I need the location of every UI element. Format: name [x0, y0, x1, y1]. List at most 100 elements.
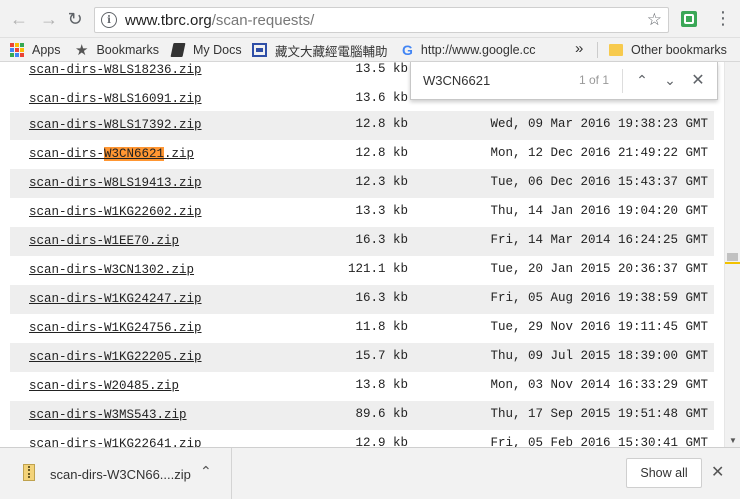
file-link[interactable]: scan-dirs-W1KG22602.zip [29, 205, 202, 219]
file-size: 16.3 kb [355, 291, 408, 305]
table-row: scan-dirs-W1EE70.zip 16.3 kb Fri, 14 Mar… [10, 227, 714, 256]
find-bar: W3CN6621 1 of 1 ⌃ ⌄ ✕ [410, 62, 718, 100]
back-arrow-icon[interactable]: ← [8, 8, 30, 30]
url-path: /scan-requests/ [211, 11, 315, 29]
bookmark-other[interactable]: Other bookmarks [609, 41, 727, 59]
file-list: scan-dirs-W8LS18236.zip 13.5 kb scan-dir… [0, 62, 724, 447]
file-date: Thu, 09 Jul 2015 18:39:00 GMT [490, 349, 708, 363]
file-date: Mon, 03 Nov 2014 16:33:29 GMT [490, 378, 708, 392]
tbrc-icon [252, 43, 267, 57]
apps-grid-icon [10, 43, 24, 57]
download-item[interactable]: scan-dirs-W3CN66....zip ⌃ [0, 448, 232, 499]
file-link[interactable]: scan-dirs-W3CN1302.zip [29, 263, 194, 277]
file-link[interactable]: scan-dirs-W1KG24247.zip [29, 292, 202, 306]
google-icon: G [402, 42, 413, 58]
file-date: Thu, 17 Sep 2015 19:51:48 GMT [490, 407, 708, 421]
bookmark-tbrc[interactable]: 藏文大藏經電腦輔助 [252, 41, 388, 59]
info-icon[interactable]: i [101, 12, 117, 28]
file-size: 16.3 kb [355, 233, 408, 247]
file-link[interactable]: scan-dirs-W1EE70.zip [29, 234, 179, 248]
page-scrollbar[interactable]: ▼ [724, 62, 740, 447]
file-size: 12.3 kb [355, 175, 408, 189]
find-previous-chevron-up-icon[interactable]: ⌃ [631, 69, 653, 91]
download-options-chevron-up-icon[interactable]: ⌃ [200, 463, 212, 480]
table-row: scan-dirs-W20485.zip 13.8 kb Mon, 03 Nov… [10, 372, 714, 401]
scrollbar-thumb[interactable] [727, 253, 738, 261]
url-text[interactable]: www.tbrc.org/scan-requests/ [125, 12, 314, 29]
show-all-button[interactable]: Show all [626, 458, 702, 488]
file-date: Fri, 05 Feb 2016 15:30:41 GMT [490, 436, 708, 447]
browser-toolbar: ← → ↻ i www.tbrc.org/scan-requests/ ☆ ⋮ [0, 0, 740, 38]
file-link[interactable]: scan-dirs-W8LS19413.zip [29, 176, 202, 190]
bookmark-bookmarks[interactable]: ★ Bookmarks [75, 41, 159, 59]
table-row: scan-dirs-W8LS19413.zip 12.3 kb Tue, 06 … [10, 169, 714, 198]
file-date: Wed, 09 Mar 2016 19:38:23 GMT [490, 117, 708, 131]
file-link[interactable]: scan-dirs-W8LS17392.zip [29, 118, 202, 132]
file-link[interactable]: scan-dirs-W3MS543.zip [29, 408, 187, 422]
bookmark-label: Bookmarks [96, 43, 159, 57]
table-row: scan-dirs-W1KG22205.zip 15.7 kb Thu, 09 … [10, 343, 714, 372]
file-link[interactable]: scan-dirs-W8LS18236.zip [29, 63, 202, 77]
find-match-highlight: W3CN6621 [104, 147, 165, 161]
table-row: scan-dirs-W3CN1302.zip 121.1 kb Tue, 20 … [10, 256, 714, 285]
file-name-suffix: .zip [164, 147, 195, 161]
find-match-marker [725, 262, 740, 264]
file-link-highlighted[interactable]: scan-dirs-W3CN6621.zip [29, 147, 194, 161]
file-size: 12.8 kb [355, 146, 408, 160]
find-match-count: 1 of 1 [579, 73, 610, 87]
file-name-prefix: scan-dirs- [29, 147, 105, 161]
find-input[interactable]: W3CN6621 [423, 73, 490, 88]
address-bar[interactable]: i www.tbrc.org/scan-requests/ ☆ [94, 7, 669, 33]
bookmark-star-icon[interactable]: ☆ [647, 10, 662, 30]
zip-file-icon [23, 464, 35, 481]
download-file-name[interactable]: scan-dirs-W3CN66....zip [50, 467, 191, 482]
file-link[interactable]: scan-dirs-W20485.zip [29, 379, 179, 393]
file-date: Tue, 06 Dec 2016 15:43:37 GMT [490, 175, 708, 189]
reload-icon[interactable]: ↻ [64, 8, 86, 30]
file-link[interactable]: scan-dirs-W8LS16091.zip [29, 92, 202, 106]
table-row: scan-dirs-W3MS543.zip 89.6 kb Thu, 17 Se… [10, 401, 714, 430]
url-host: www.tbrc.org [125, 11, 212, 29]
extension-icon[interactable] [681, 11, 697, 27]
find-next-chevron-down-icon[interactable]: ⌄ [659, 69, 681, 91]
file-link[interactable]: scan-dirs-W1KG22205.zip [29, 350, 202, 364]
file-size: 13.6 kb [355, 91, 408, 105]
find-divider [622, 69, 623, 93]
file-date: Tue, 29 Nov 2016 19:11:45 GMT [490, 320, 708, 334]
bookmark-label: My Docs [193, 43, 242, 57]
file-size: 12.9 kb [355, 436, 408, 447]
table-row: scan-dirs-W1KG22641.zip 12.9 kb Fri, 05 … [10, 430, 714, 447]
find-close-icon[interactable]: ✕ [687, 69, 709, 91]
bookmark-apps[interactable]: Apps [10, 41, 61, 59]
file-size: 89.6 kb [355, 407, 408, 421]
file-size: 13.3 kb [355, 204, 408, 218]
file-date: Fri, 14 Mar 2014 16:24:25 GMT [490, 233, 708, 247]
table-row: scan-dirs-W1KG24247.zip 16.3 kb Fri, 05 … [10, 285, 714, 314]
file-size: 13.8 kb [355, 378, 408, 392]
docs-icon [170, 43, 186, 57]
bookmark-label: http://www.google.cc [420, 43, 536, 57]
table-row: scan-dirs-W1KG22602.zip 13.3 kb Thu, 14 … [10, 198, 714, 227]
file-link[interactable]: scan-dirs-W1KG24756.zip [29, 321, 202, 335]
scroll-down-arrow-icon[interactable]: ▼ [729, 436, 737, 445]
table-row: scan-dirs-W3CN6621.zip 12.8 kb Mon, 12 D… [10, 140, 714, 169]
file-date: Thu, 14 Jan 2016 19:04:20 GMT [490, 204, 708, 218]
bookmark-my-docs[interactable]: My Docs [170, 41, 242, 59]
file-size: 15.7 kb [355, 349, 408, 363]
file-size: 121.1 kb [347, 262, 408, 276]
downloads-close-icon[interactable]: ✕ [711, 462, 724, 482]
folder-icon [609, 44, 623, 56]
file-date: Tue, 20 Jan 2015 20:36:37 GMT [490, 262, 708, 276]
menu-dots-icon[interactable]: ⋮ [714, 9, 732, 27]
bookmark-label: 藏文大藏經電腦輔助 [275, 44, 388, 59]
forward-arrow-icon[interactable]: → [38, 8, 60, 30]
star-icon: ★ [75, 42, 89, 59]
more-bookmarks-chevron-icon[interactable]: » [575, 40, 583, 57]
file-link[interactable]: scan-dirs-W1KG22641.zip [29, 437, 202, 447]
file-date: Mon, 12 Dec 2016 21:49:22 GMT [490, 146, 708, 160]
bookmarks-divider [597, 42, 598, 58]
file-size: 12.8 kb [355, 117, 408, 131]
bookmark-google[interactable]: G http://www.google.cc [402, 41, 540, 59]
file-size: 13.5 kb [355, 62, 408, 76]
downloads-bar: scan-dirs-W3CN66....zip ⌃ Show all ✕ [0, 447, 740, 499]
